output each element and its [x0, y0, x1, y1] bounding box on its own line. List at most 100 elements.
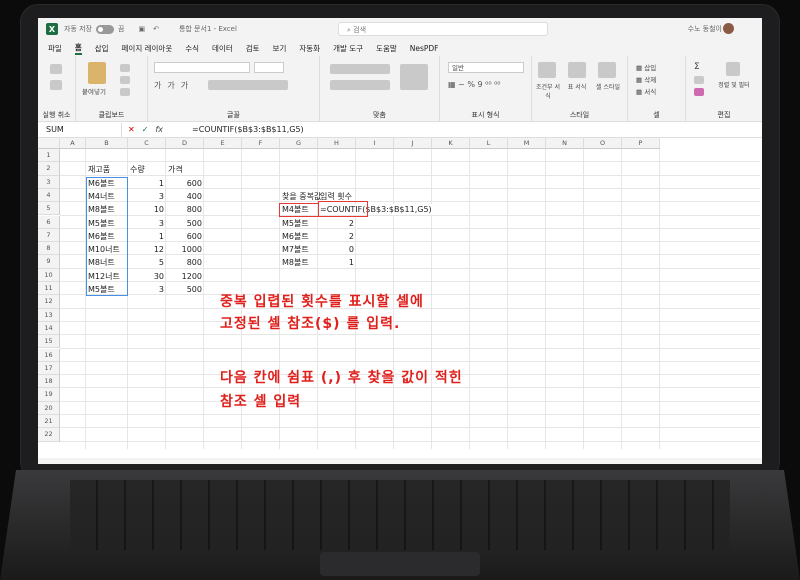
- cell-lookup-count[interactable]: 1: [320, 257, 354, 268]
- number-format-buttons[interactable]: ▦ ~ % 9 ⁰⁰ ⁰⁰: [448, 80, 501, 89]
- select-all-corner[interactable]: [38, 138, 60, 149]
- cell-lookup-value[interactable]: M6볼트: [282, 231, 316, 242]
- column-header-A[interactable]: A: [60, 138, 86, 149]
- tab-2[interactable]: 삽입: [95, 43, 109, 54]
- horizontal-align-icons[interactable]: [330, 80, 390, 90]
- row-header-11[interactable]: 11: [38, 282, 60, 296]
- tab-10[interactable]: 도움말: [376, 43, 397, 54]
- vertical-align-icons[interactable]: [330, 64, 390, 74]
- row-header-22[interactable]: 22: [38, 428, 60, 442]
- cell-qty[interactable]: 3: [130, 284, 164, 295]
- tab-0[interactable]: 파일: [48, 43, 62, 54]
- row-header-12[interactable]: 12: [38, 295, 60, 309]
- cell-lookup-count[interactable]: 2: [320, 218, 354, 229]
- number-format-select[interactable]: 일반: [448, 62, 524, 73]
- column-header-E[interactable]: E: [204, 138, 242, 149]
- tab-5[interactable]: 데이터: [212, 43, 233, 54]
- cell-qty[interactable]: 3: [130, 218, 164, 229]
- cell-price[interactable]: 600: [168, 231, 202, 242]
- save-icon[interactable]: ▣: [138, 25, 145, 33]
- row-header-9[interactable]: 9: [38, 255, 60, 269]
- cell-qty[interactable]: 1: [130, 178, 164, 189]
- row-header-2[interactable]: 2: [38, 162, 60, 176]
- formula-input[interactable]: =COUNTIF($B$3:$B$11,G5): [184, 125, 304, 134]
- sort-filter-icon[interactable]: [726, 62, 740, 76]
- column-header-J[interactable]: J: [394, 138, 432, 149]
- tab-1[interactable]: 홈: [74, 42, 82, 55]
- cell-lookup-header-g[interactable]: 찾을 중복값: [282, 191, 321, 202]
- cell-price[interactable]: 500: [168, 284, 202, 295]
- format-painter-icon[interactable]: [120, 88, 130, 96]
- cell-price[interactable]: 1200: [168, 271, 202, 282]
- cell-style-icon[interactable]: [598, 62, 616, 78]
- row-header-21[interactable]: 21: [38, 415, 60, 429]
- row-header-4[interactable]: 4: [38, 188, 60, 203]
- cell-lookup-count[interactable]: 2: [320, 231, 354, 242]
- cut-icon[interactable]: [120, 64, 130, 72]
- row-header-13[interactable]: 13: [38, 308, 60, 322]
- autosum-icon[interactable]: Σ: [694, 62, 700, 72]
- row-header-15[interactable]: 15: [38, 335, 60, 349]
- row-header-8[interactable]: 8: [38, 242, 60, 256]
- cell-price[interactable]: 1000: [168, 244, 202, 255]
- row-header-6[interactable]: 6: [38, 215, 60, 229]
- fill-icon[interactable]: [694, 76, 704, 84]
- name-box[interactable]: SUM: [42, 122, 122, 137]
- cell-qty[interactable]: 10: [130, 204, 164, 215]
- tab-6[interactable]: 검토: [246, 43, 260, 54]
- row-header-10[interactable]: 10: [38, 268, 60, 282]
- tab-7[interactable]: 보기: [273, 43, 287, 54]
- fx-icon[interactable]: fx: [155, 125, 163, 134]
- cancel-icon[interactable]: ✕: [128, 125, 135, 134]
- tab-9[interactable]: 개발 도구: [333, 43, 363, 54]
- tab-8[interactable]: 자동화: [299, 43, 320, 54]
- cell-lookup-value[interactable]: M5볼트: [282, 218, 316, 229]
- cell-lookup-value[interactable]: M7볼트: [282, 244, 316, 255]
- enter-icon[interactable]: ✓: [142, 125, 149, 134]
- column-header-M[interactable]: M: [508, 138, 546, 149]
- clear-icon[interactable]: [694, 88, 704, 96]
- cell-qty[interactable]: 30: [130, 271, 164, 282]
- tab-11[interactable]: NesPDF: [410, 44, 439, 53]
- cell-price[interactable]: 500: [168, 218, 202, 229]
- font-name-select[interactable]: [154, 62, 250, 73]
- border-fill-color-icons[interactable]: [208, 80, 288, 90]
- paste-icon[interactable]: [88, 62, 106, 84]
- cell-price[interactable]: 400: [168, 191, 202, 202]
- row-header-17[interactable]: 17: [38, 361, 60, 376]
- tab-4[interactable]: 수식: [185, 43, 199, 54]
- column-header-O[interactable]: O: [584, 138, 622, 149]
- format-button[interactable]: ▦ 서식: [636, 86, 656, 96]
- wrap-merge-icons[interactable]: [400, 64, 428, 90]
- conditional-format-icon[interactable]: [538, 62, 556, 78]
- row-header-20[interactable]: 20: [38, 401, 60, 415]
- undo-icon[interactable]: ↶: [153, 25, 159, 33]
- column-header-K[interactable]: K: [432, 138, 470, 149]
- font-size-select[interactable]: [254, 62, 284, 73]
- row-header-3[interactable]: 3: [38, 175, 60, 189]
- cell-header-qty[interactable]: 수량: [130, 164, 164, 175]
- insert-button[interactable]: ▦ 삽입: [636, 62, 656, 72]
- cell-qty[interactable]: 12: [130, 244, 164, 255]
- cell-lookup-count[interactable]: 0: [320, 244, 354, 255]
- cell-price[interactable]: 600: [168, 178, 202, 189]
- cell-header-item[interactable]: 재고품: [88, 164, 126, 175]
- column-header-C[interactable]: C: [128, 138, 166, 149]
- cell-header-price[interactable]: 가격: [168, 164, 202, 175]
- cell-qty[interactable]: 1: [130, 231, 164, 242]
- column-header-G[interactable]: G: [280, 138, 318, 149]
- delete-button[interactable]: ▦ 삭제: [636, 74, 656, 84]
- avatar[interactable]: [723, 23, 734, 34]
- search-box[interactable]: ⌕ 검색: [338, 22, 548, 36]
- font-style-buttons[interactable]: 가가가: [154, 80, 194, 91]
- row-header-16[interactable]: 16: [38, 348, 60, 362]
- table-format-icon[interactable]: [568, 62, 586, 78]
- column-header-N[interactable]: N: [546, 138, 584, 149]
- cell-price[interactable]: 800: [168, 204, 202, 215]
- column-header-B[interactable]: B: [86, 138, 128, 149]
- cell-lookup-value[interactable]: M8볼트: [282, 257, 316, 268]
- cell-qty[interactable]: 5: [130, 257, 164, 268]
- column-header-I[interactable]: I: [356, 138, 394, 149]
- undo-button-icon[interactable]: [50, 64, 62, 74]
- column-header-P[interactable]: P: [622, 138, 660, 149]
